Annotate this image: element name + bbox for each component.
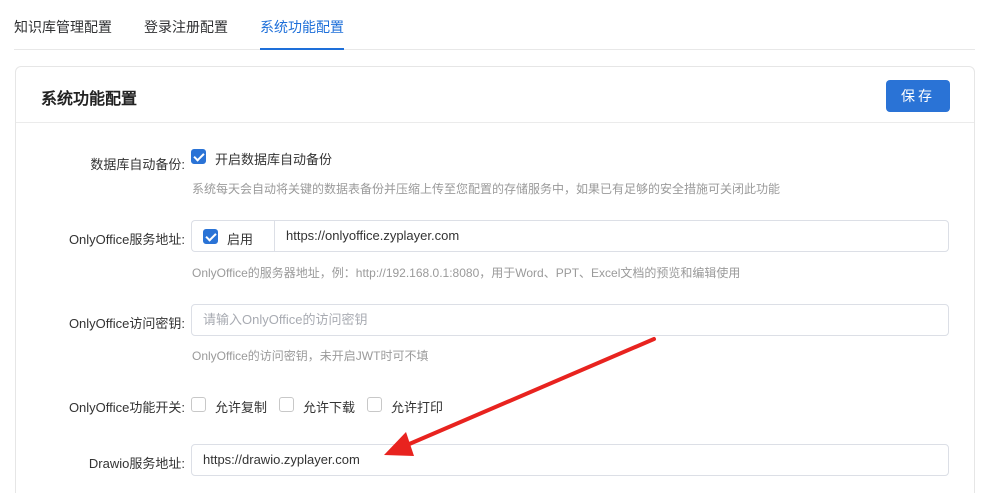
onlyoffice-url-input[interactable]: https://onlyoffice.zyplayer.com xyxy=(274,220,949,252)
onlyoffice-switch-label: OnlyOffice功能开关: xyxy=(68,400,185,415)
tab-knowledge-base-config[interactable]: 知识库管理配置 xyxy=(14,17,112,50)
onlyoffice-url-hint: OnlyOffice的服务器地址，例：http://192.168.0.1:80… xyxy=(192,266,741,280)
tab-login-register-config[interactable]: 登录注册配置 xyxy=(144,17,228,50)
allow-copy-label[interactable]: 允许复制 xyxy=(215,397,267,416)
onlyoffice-key-hint: OnlyOffice的访问密钥，未开启JWT时可不填 xyxy=(192,349,429,363)
allow-print-label[interactable]: 允许打印 xyxy=(391,397,443,416)
card-header: 系统功能配置 保存 xyxy=(16,67,974,123)
system-config-page: 知识库管理配置 登录注册配置 系统功能配置 系统功能配置 保存 数据库自动备份:… xyxy=(0,0,990,493)
save-button[interactable]: 保存 xyxy=(886,80,950,112)
onlyoffice-key-label: OnlyOffice访问密钥: xyxy=(68,316,185,331)
tab-system-function-config[interactable]: 系统功能配置 xyxy=(260,17,344,50)
backup-checkbox-label[interactable]: 开启数据库自动备份 xyxy=(215,149,332,168)
drawio-url-label: Drawio服务地址: xyxy=(88,456,185,471)
drawio-url-input[interactable]: https://drawio.zyplayer.com xyxy=(191,444,949,476)
onlyoffice-url-label: OnlyOffice服务地址: xyxy=(68,232,185,247)
allow-copy-checkbox[interactable] xyxy=(191,397,206,412)
onlyoffice-enable-addon: 启用 xyxy=(191,220,275,252)
backup-checkbox[interactable] xyxy=(191,149,206,164)
allow-download-checkbox[interactable] xyxy=(279,397,294,412)
card-title: 系统功能配置 xyxy=(41,91,138,108)
allow-print-checkbox[interactable] xyxy=(367,397,382,412)
onlyoffice-key-input[interactable]: 请输入OnlyOffice的访问密钥 xyxy=(191,304,949,336)
tab-bar: 知识库管理配置 登录注册配置 系统功能配置 xyxy=(14,0,975,50)
allow-download-label[interactable]: 允许下载 xyxy=(303,397,355,416)
backup-hint: 系统每天会自动将关键的数据表备份并压缩上传至您配置的存储服务中，如果已有足够的安… xyxy=(192,182,781,196)
onlyoffice-enable-label[interactable]: 启用 xyxy=(227,229,253,248)
onlyoffice-enable-checkbox[interactable] xyxy=(203,229,218,244)
backup-label: 数据库自动备份: xyxy=(90,157,185,172)
